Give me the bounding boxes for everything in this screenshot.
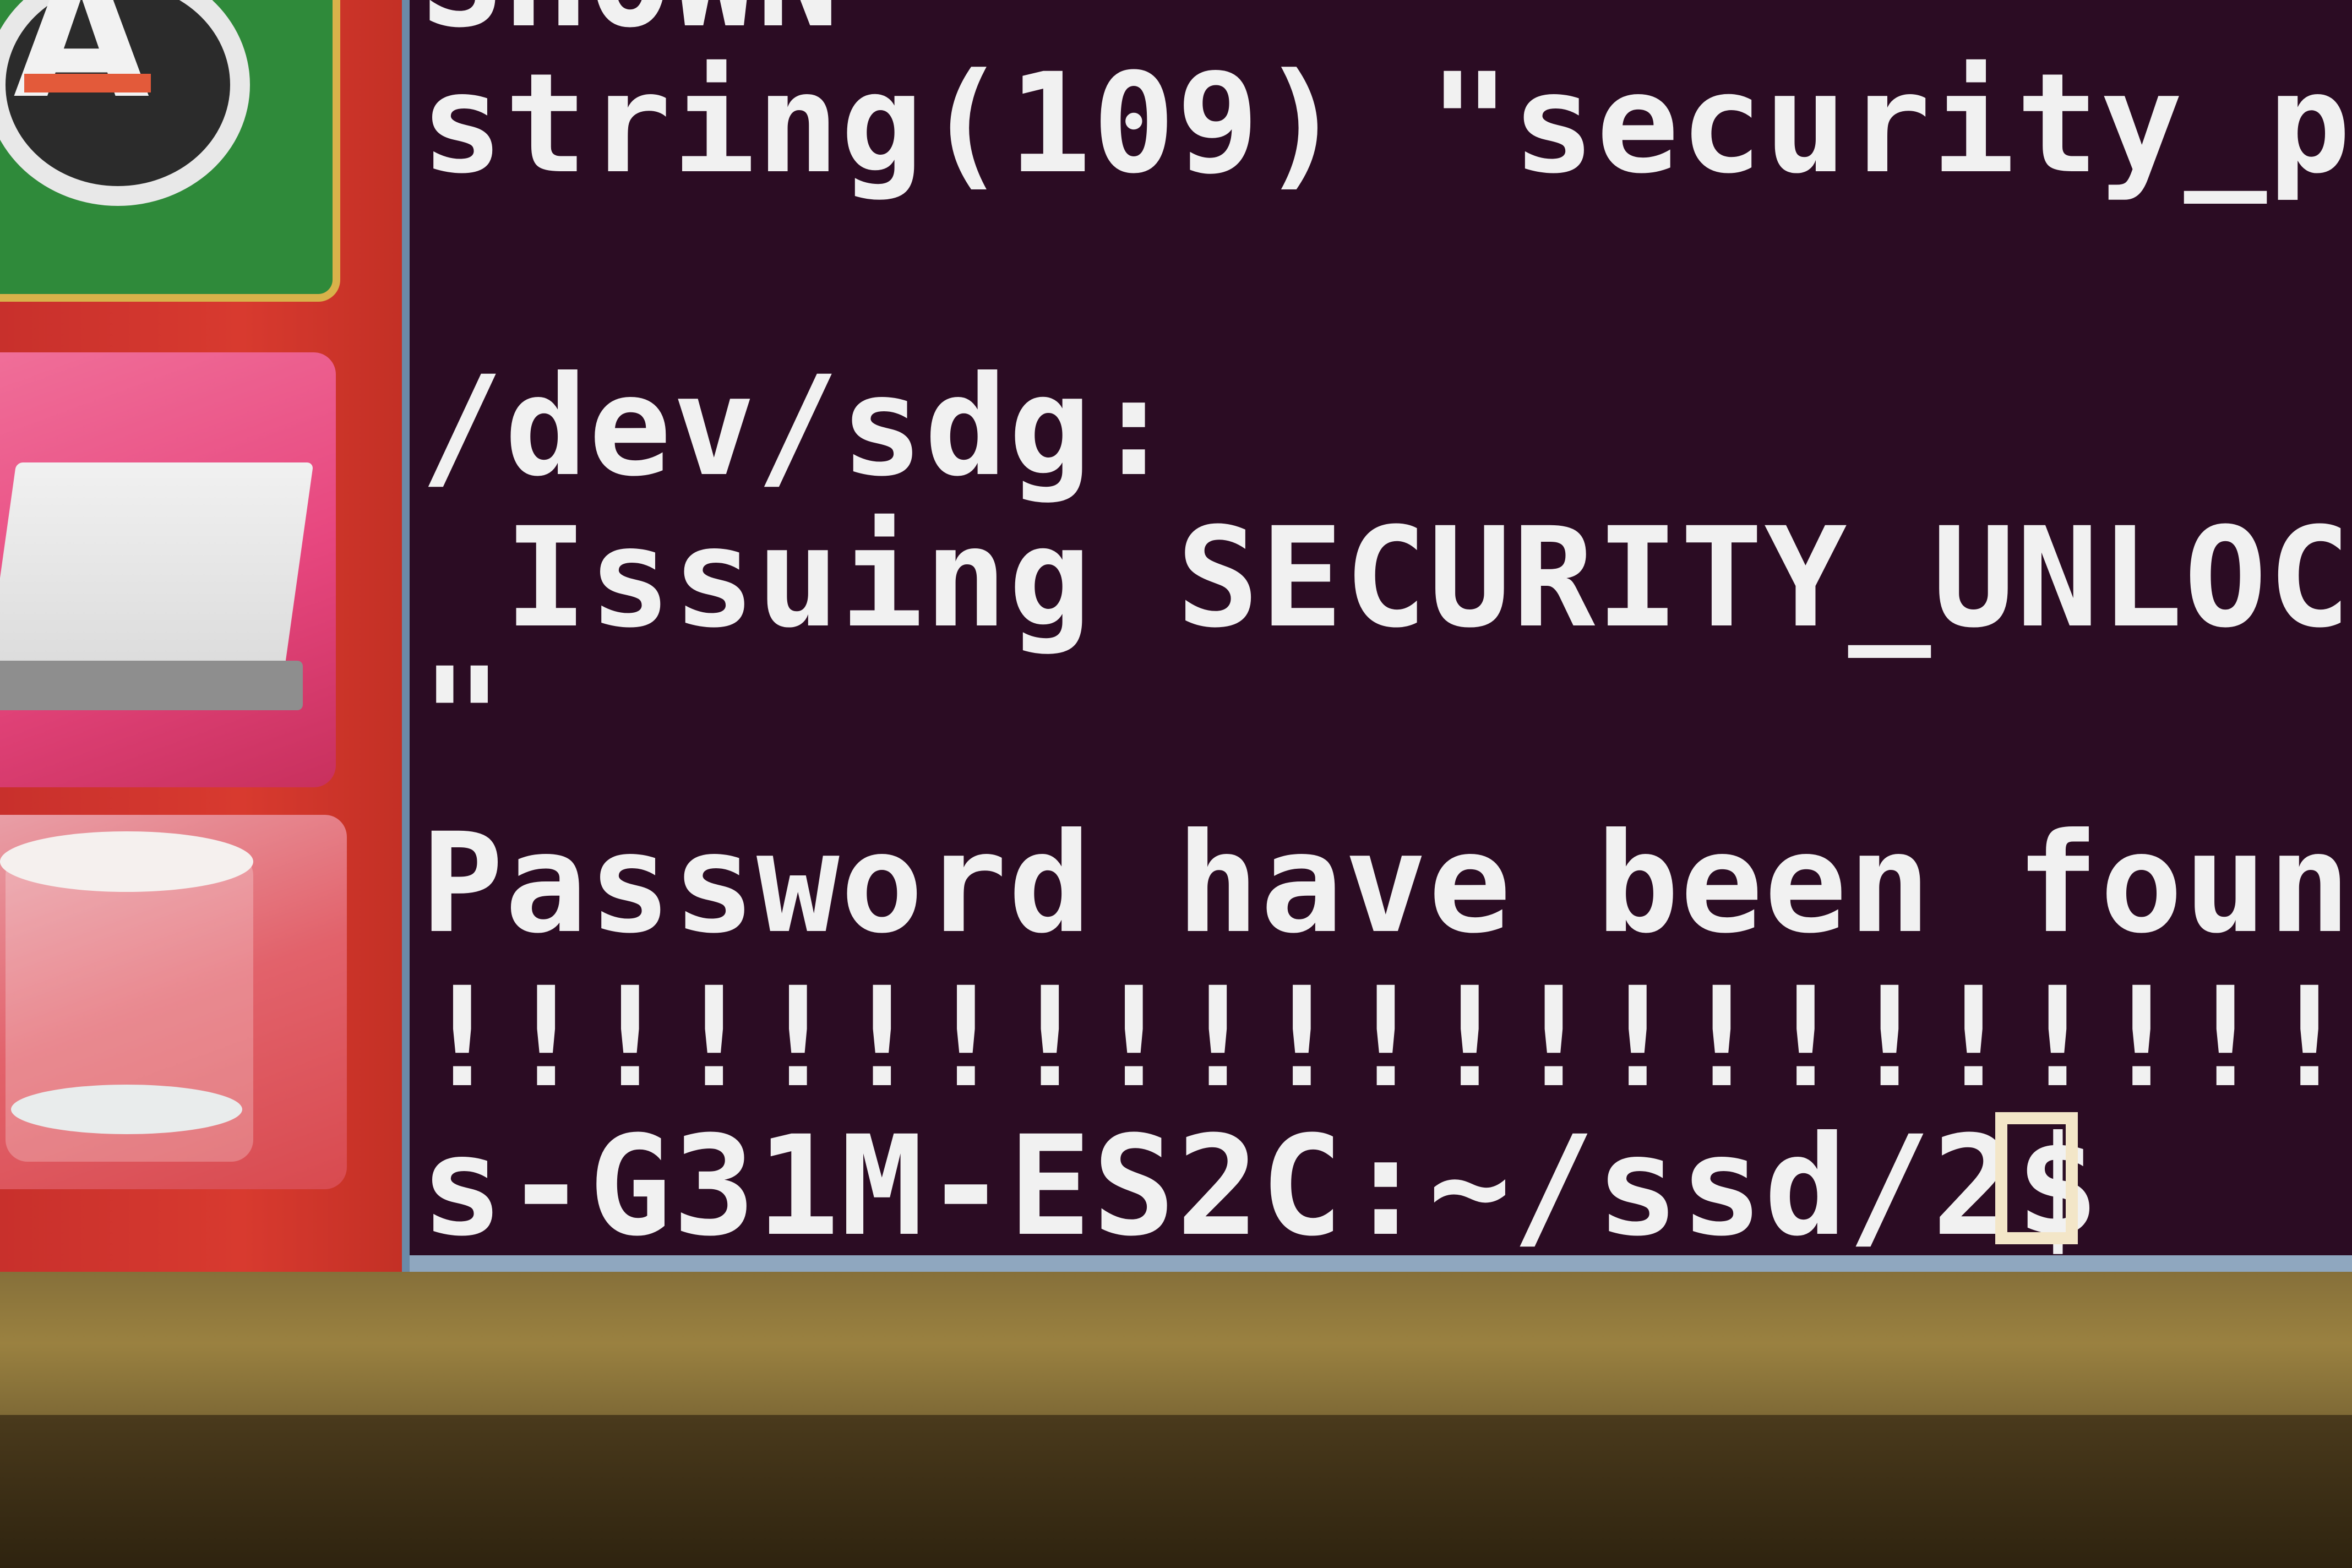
launcher-item-software-center[interactable]: A	[0, 0, 340, 302]
terminal-prompt: s-G31M-ES2C:~/ssd/2$	[421, 1106, 2184, 1255]
terminal-line: "	[421, 638, 505, 798]
terminal-window[interactable]: SHOWN string(109) "security_pas /dev/sdg…	[410, 0, 2352, 1255]
launcher-item-disks[interactable]	[0, 352, 336, 787]
terminal-cursor[interactable]	[1995, 1112, 2078, 1244]
monitor-bezel	[0, 1272, 2352, 1415]
trash-bottom	[11, 1085, 242, 1134]
hard-drive-base	[0, 661, 303, 710]
terminal-line: /dev/sdg:	[421, 346, 1177, 507]
launcher-sidebar: A	[0, 0, 402, 1272]
software-center-bar	[24, 74, 151, 92]
terminal-border	[410, 1255, 2352, 1272]
trash-lid	[0, 831, 253, 892]
launcher-item-trash[interactable]	[0, 815, 347, 1189]
monitor-frame-lower	[0, 1415, 2352, 1568]
hard-drive-icon	[0, 462, 314, 694]
launcher-divider	[402, 0, 410, 1272]
terminal-line: SHOWN	[421, 0, 841, 47]
terminal-line: Password have been found!!	[421, 803, 2352, 963]
photo-scene: A SHOWN string(109) "security_pas /dev/s…	[0, 0, 2352, 1568]
terminal-line: string(109) "security_pas	[421, 43, 2352, 204]
monitor-screen: A SHOWN string(109) "security_pas /dev/s…	[0, 0, 2352, 1272]
terminal-line: !!!!!!!!!!!!!!!!!!!!!!!!!!	[421, 957, 2352, 1118]
terminal-line: Issuing SECURITY_UNLOCK	[421, 498, 2352, 658]
software-center-glyph: A	[13, 0, 150, 138]
